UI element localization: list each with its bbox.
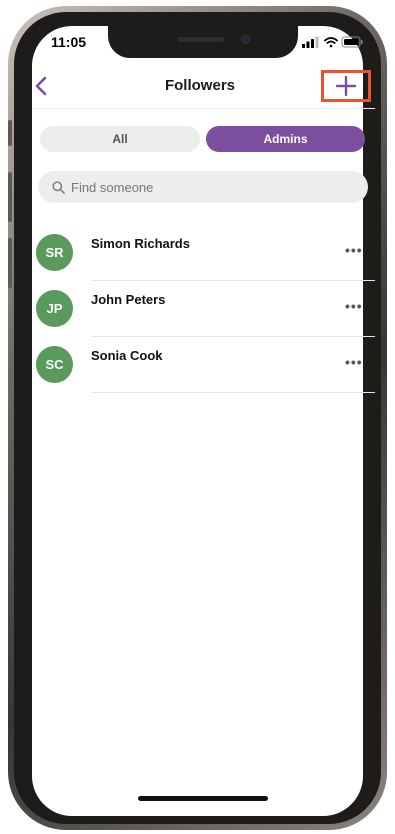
status-icons xyxy=(302,36,363,48)
volume-up-button xyxy=(8,172,12,222)
add-follower-button[interactable] xyxy=(321,70,371,102)
search-input[interactable] xyxy=(71,179,341,195)
list-item-follower[interactable]: SC Sonia Cook ••• xyxy=(32,336,375,393)
list-item-follower[interactable]: SR Simon Richards ••• xyxy=(32,224,375,281)
home-indicator[interactable] xyxy=(138,796,268,801)
battery-icon xyxy=(341,36,363,48)
more-options-icon[interactable]: ••• xyxy=(345,242,363,258)
back-button[interactable] xyxy=(32,74,54,98)
header-divider xyxy=(32,108,375,109)
follower-name: Simon Richards xyxy=(91,236,190,251)
speaker-grille xyxy=(177,37,225,42)
list-item-follower[interactable]: JP John Peters ••• xyxy=(32,280,375,337)
row-divider xyxy=(91,392,375,393)
status-time: 11:05 xyxy=(51,34,87,50)
search-icon xyxy=(52,180,65,194)
tab-admins[interactable]: Admins xyxy=(206,126,365,152)
front-camera xyxy=(241,35,250,44)
notch xyxy=(108,26,298,58)
search-bar[interactable] xyxy=(38,171,368,203)
signal-icon xyxy=(302,36,319,48)
avatar: SR xyxy=(36,234,73,271)
follower-name: Sonia Cook xyxy=(91,348,163,363)
page-title: Followers xyxy=(164,77,235,94)
silent-switch xyxy=(8,120,12,146)
more-options-icon[interactable]: ••• xyxy=(345,354,363,370)
follower-name: John Peters xyxy=(91,292,166,307)
volume-down-button xyxy=(8,238,12,288)
more-options-icon[interactable]: ••• xyxy=(345,298,363,314)
wifi-icon xyxy=(324,37,338,48)
plus-icon xyxy=(335,75,357,97)
chevron-left-icon xyxy=(35,76,47,96)
avatar: JP xyxy=(36,290,73,327)
tab-all[interactable]: All xyxy=(40,126,200,152)
avatar: SC xyxy=(36,346,73,383)
